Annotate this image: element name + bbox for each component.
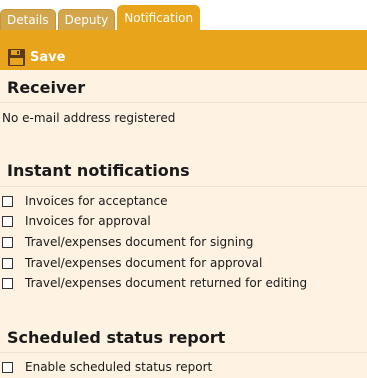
checkbox-row-enable-scheduled-report[interactable]: Enable scheduled status report (2, 359, 212, 375)
checkbox[interactable] (2, 361, 13, 373)
instant-divider (0, 186, 367, 187)
checkbox[interactable] (2, 236, 13, 248)
checkbox-row-travel-signing[interactable]: Travel/expenses document for signing (2, 234, 253, 250)
checkbox-label: Invoices for acceptance (25, 194, 168, 208)
instant-notifications-heading: Instant notifications (7, 161, 190, 180)
save-button[interactable]: Save (8, 48, 65, 66)
receiver-message: No e-mail address registered (2, 111, 176, 125)
checkbox[interactable] (2, 215, 13, 227)
tab-notification[interactable]: Notification (117, 5, 201, 30)
checkbox-row-travel-approval[interactable]: Travel/expenses document for approval (2, 255, 262, 271)
checkbox[interactable] (2, 257, 13, 269)
receiver-divider (0, 102, 367, 103)
checkbox-row-invoices-approval[interactable]: Invoices for approval (2, 213, 151, 229)
checkbox-label: Travel/expenses document for approval (25, 256, 263, 270)
tab-bar: Details Deputy Notification (0, 4, 367, 30)
notification-panel: Receiver No e-mail address registered In… (0, 70, 367, 378)
checkbox-label: Travel/expenses document for signing (25, 235, 254, 249)
checkbox-label: Enable scheduled status report (25, 360, 213, 374)
checkbox-row-invoices-acceptance[interactable]: Invoices for acceptance (2, 193, 167, 209)
save-label: Save (30, 49, 66, 65)
checkbox-label: Invoices for approval (25, 214, 151, 228)
checkbox[interactable] (2, 195, 13, 207)
checkbox-row-travel-returned[interactable]: Travel/expenses document returned for ed… (2, 275, 307, 291)
checkbox-label: Travel/expenses document returned for ed… (25, 276, 308, 290)
checkbox[interactable] (2, 277, 13, 289)
tab-deputy[interactable]: Deputy (57, 9, 116, 30)
scheduled-divider (0, 352, 367, 353)
receiver-heading: Receiver (7, 78, 86, 97)
scheduled-report-heading: Scheduled status report (7, 328, 226, 347)
floppy-disk-icon (8, 48, 25, 66)
tab-details[interactable]: Details (0, 9, 56, 30)
toolbar: Save (0, 30, 367, 70)
